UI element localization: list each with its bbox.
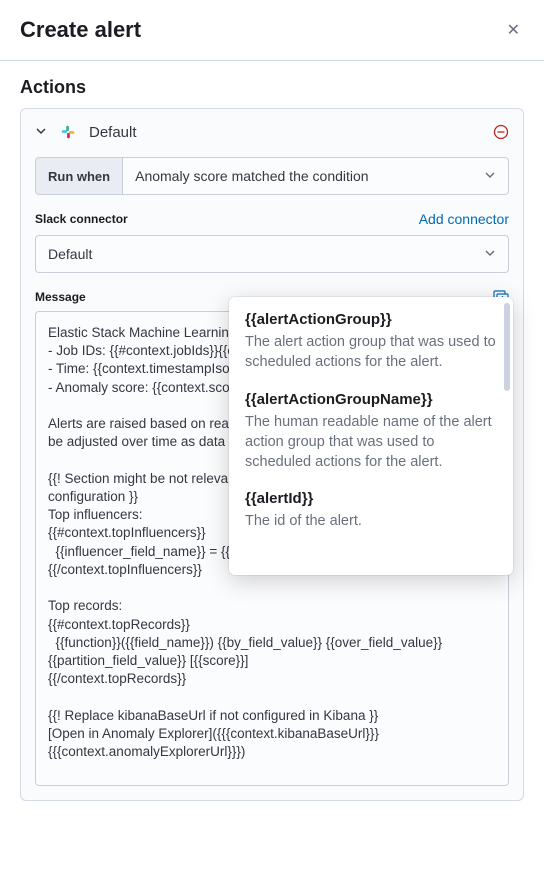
variable-desc: The alert action group that was used to … (245, 332, 497, 373)
variable-name: {{alertActionGroupName}} (245, 391, 497, 408)
variables-popover: {{alertActionGroup}} The alert action gr… (229, 297, 513, 575)
run-when-value: Anomaly score matched the condition (135, 168, 368, 184)
add-connector-link[interactable]: Add connector (419, 211, 509, 227)
variable-desc: The human readable name of the alert act… (245, 412, 497, 473)
chevron-down-icon (484, 247, 496, 262)
run-when-select[interactable]: Anomaly score matched the condition (122, 157, 509, 195)
connector-label: Slack connector (35, 212, 128, 226)
variable-item[interactable]: {{alertActionGroup}} The alert action gr… (245, 311, 497, 373)
action-card: Default Run when Anomaly score matched t… (20, 108, 524, 801)
message-label: Message (35, 290, 86, 304)
action-name: Default (89, 124, 481, 141)
variable-desc: The id of the alert. (245, 511, 497, 531)
slack-icon (59, 123, 77, 141)
variable-item[interactable]: {{alertActionGroupName}} The human reada… (245, 391, 497, 473)
popover-scrollbar[interactable] (504, 303, 510, 391)
variable-name: {{alertActionGroup}} (245, 311, 497, 328)
collapse-toggle[interactable] (35, 125, 47, 140)
close-button[interactable]: ✕ (503, 16, 524, 44)
connector-select[interactable]: Default (35, 235, 509, 273)
variable-item[interactable]: {{alertId}} The id of the alert. (245, 490, 497, 531)
page-title: Create alert (20, 17, 141, 43)
remove-action-button[interactable] (493, 124, 509, 140)
connector-value: Default (48, 246, 92, 262)
run-when-label: Run when (35, 157, 122, 195)
actions-section-title: Actions (0, 61, 544, 108)
variable-name: {{alertId}} (245, 490, 497, 507)
chevron-down-icon (484, 169, 496, 184)
